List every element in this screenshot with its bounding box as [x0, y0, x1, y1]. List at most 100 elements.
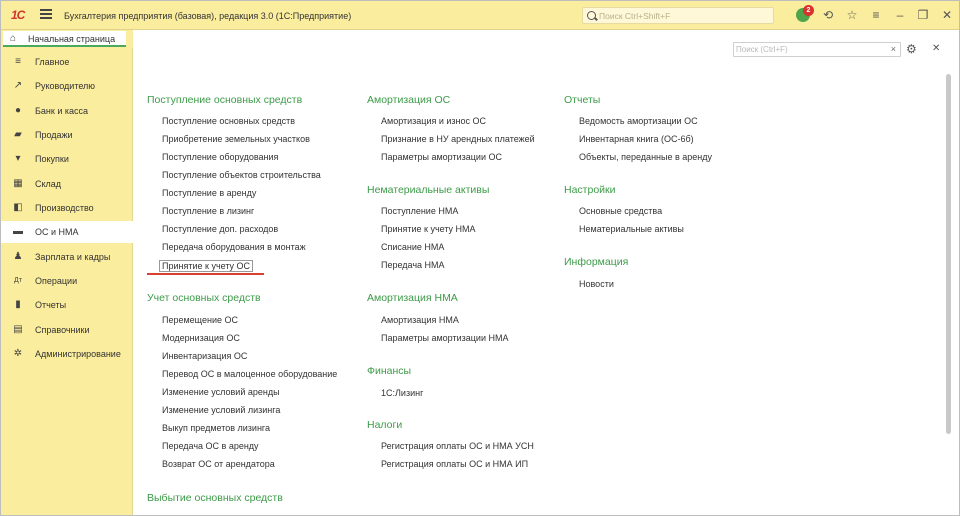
panel-search-placeholder: Поиск (Ctrl+F) [736, 45, 788, 54]
nav-link[interactable]: Признание в НУ арендных платежей [381, 134, 535, 144]
section-title: Финансы [367, 365, 412, 377]
sidebar-item-label: Зарплата и кадры [35, 252, 111, 262]
nav-link[interactable]: Амортизация НМА [381, 315, 459, 325]
nav-link[interactable]: Основные средства [579, 206, 662, 216]
nav-link[interactable]: Регистрация оплаты ОС и НМА УСН [381, 441, 534, 451]
clear-search-icon[interactable]: × [891, 44, 896, 54]
nav-link[interactable]: Поступление в аренду [162, 188, 256, 198]
sidebar-item-purchases[interactable]: ▾ Покупки [0, 148, 133, 170]
sidebar-item-sales[interactable]: ▰ Продажи [0, 124, 133, 146]
functions-menu-icon[interactable]: ≡ [869, 8, 883, 22]
sidebar-item-reports[interactable]: ▮ Отчеты [0, 294, 133, 316]
nav-link[interactable]: Изменение условий аренды [162, 387, 280, 397]
tab-home-label: Начальная страница [28, 34, 116, 44]
coin-icon: ● [14, 105, 22, 116]
nav-link[interactable]: Ведомость амортизации ОС [579, 116, 698, 126]
title-bar: 1С Бухгалтерия предприятия (базовая), ре… [0, 0, 960, 30]
nav-link[interactable]: Инвентаризация ОС [162, 351, 247, 361]
sidebar-item-label: Администрирование [35, 349, 121, 359]
sidebar-item-fixed-assets[interactable]: ▬ ОС и НМА [0, 221, 133, 243]
restore-icon[interactable]: ❐ [916, 8, 930, 22]
nav-link[interactable]: Регистрация оплаты ОС и НМА ИП [381, 459, 528, 469]
nav-link[interactable]: Поступление НМА [381, 206, 458, 216]
sidebar-item-warehouse[interactable]: ▦ Склад [0, 173, 133, 195]
sidebar-item-manager[interactable]: ↗ Руководителю [0, 75, 133, 97]
panel-search-input[interactable]: Поиск (Ctrl+F) × [733, 42, 901, 57]
nav-link[interactable]: Поступление основных средств [162, 116, 295, 126]
trend-icon: ↗ [13, 80, 23, 91]
operations-icon: Дт [14, 277, 22, 284]
minimize-icon[interactable]: – [893, 8, 907, 22]
nav-link[interactable]: Перевод ОС в малоценное оборудование [162, 369, 337, 379]
gear-icon: ✲ [13, 348, 23, 359]
shopping-bag-icon: ▰ [14, 129, 22, 140]
nav-link[interactable]: Инвентарная книга (ОС-6б) [579, 134, 694, 144]
global-search-input[interactable]: Поиск Ctrl+Shift+F [582, 7, 774, 24]
sidebar-item-label: Склад [35, 179, 62, 189]
nav-link[interactable]: Выкуп предметов лизинга [162, 423, 270, 433]
nav-link[interactable]: Принятие к учету НМА [381, 224, 476, 234]
nav-link[interactable]: Передача ОС в аренду [162, 441, 259, 451]
close-panel-icon[interactable]: ✕ [932, 43, 940, 54]
nav-link[interactable]: Модернизация ОС [162, 333, 240, 343]
section-title: Поступление основных средств [147, 94, 303, 106]
sidebar-item-label: Продажи [35, 130, 73, 140]
nav-link-accept-os[interactable]: Принятие к учету ОС [158, 260, 254, 272]
nav-link[interactable]: Возврат ОС от арендатора [162, 459, 275, 469]
sidebar-item-operations[interactable]: Дт Операции [0, 270, 133, 292]
nav-link[interactable]: Поступление доп. расходов [162, 224, 278, 234]
history-icon[interactable]: ⟲ [821, 8, 835, 22]
sidebar-item-salary[interactable]: ♟ Зарплата и кадры [0, 246, 133, 268]
section-title: Настройки [564, 184, 616, 196]
nav-link[interactable]: Объекты, переданные в аренду [579, 152, 712, 162]
sidebar: ≡ Главное ↗ Руководителю ● Банк и касса ▰ Пр… [0, 48, 133, 516]
nav-link[interactable]: Поступление объектов строительства [162, 170, 321, 180]
sidebar-item-label: Справочники [35, 325, 90, 335]
nav-link[interactable]: 1С:Лизинг [381, 388, 423, 398]
tab-home[interactable]: ⌂ Начальная страница [3, 31, 126, 47]
nav-link[interactable]: Перемещение ОС [162, 315, 238, 325]
nav-link[interactable]: Поступление в лизинг [162, 206, 254, 216]
sidebar-item-label: Руководителю [35, 81, 96, 91]
truck-icon: ▬ [13, 226, 23, 237]
nav-link[interactable]: Амортизация и износ ОС [381, 116, 486, 126]
search-icon [587, 11, 596, 20]
nav-link[interactable]: Нематериальные активы [579, 224, 684, 234]
section-title: Налоги [367, 419, 403, 431]
section-title: Амортизация НМА [367, 292, 458, 304]
sidebar-item-admin[interactable]: ✲ Администрирование [0, 343, 133, 365]
sidebar-item-label: Покупки [35, 154, 69, 164]
settings-gear-icon[interactable]: ⚙ [906, 42, 917, 56]
nav-link[interactable]: Поступление оборудования [162, 152, 278, 162]
sidebar-item-bank[interactable]: ● Банк и касса [0, 100, 133, 122]
section-title: Выбытие основных средств [147, 492, 283, 504]
section-title: Амортизация ОС [367, 94, 451, 106]
favorites-star-icon[interactable]: ☆ [845, 8, 859, 22]
close-window-icon[interactable]: ✕ [940, 8, 954, 22]
sidebar-item-label: Операции [35, 276, 78, 286]
section-title: Учет основных средств [147, 292, 261, 304]
global-search-placeholder: Поиск Ctrl+Shift+F [599, 11, 671, 21]
sidebar-item-label: ОС и НМА [35, 227, 79, 237]
book-icon: ▤ [13, 324, 23, 335]
sidebar-item-production[interactable]: ◧ Производство [0, 197, 133, 219]
sidebar-item-main[interactable]: ≡ Главное [0, 51, 133, 73]
main-menu-icon[interactable] [40, 9, 52, 19]
nav-link[interactable]: Приобретение земельных участков [162, 134, 310, 144]
sidebar-item-label: Отчеты [35, 300, 67, 310]
app-logo: 1С [11, 8, 25, 22]
nav-link[interactable]: Параметры амортизации ОС [381, 152, 502, 162]
cart-icon: ▾ [15, 153, 21, 164]
sidebar-item-label: Банк и касса [35, 106, 88, 116]
scrollbar-thumb[interactable] [946, 74, 951, 434]
sidebar-item-catalogs[interactable]: ▤ Справочники [0, 319, 133, 341]
nav-link[interactable]: Передача НМА [381, 260, 445, 270]
nav-link[interactable]: Параметры амортизации НМА [381, 333, 508, 343]
nav-link[interactable]: Передача оборудования в монтаж [162, 242, 306, 252]
nav-link[interactable]: Новости [579, 279, 614, 289]
nav-link[interactable]: Списание НМА [381, 242, 444, 252]
sidebar-item-label: Производство [35, 203, 94, 213]
home-icon: ⌂ [10, 33, 17, 44]
nav-link[interactable]: Изменение условий лизинга [162, 405, 280, 415]
person-icon: ♟ [13, 251, 23, 262]
